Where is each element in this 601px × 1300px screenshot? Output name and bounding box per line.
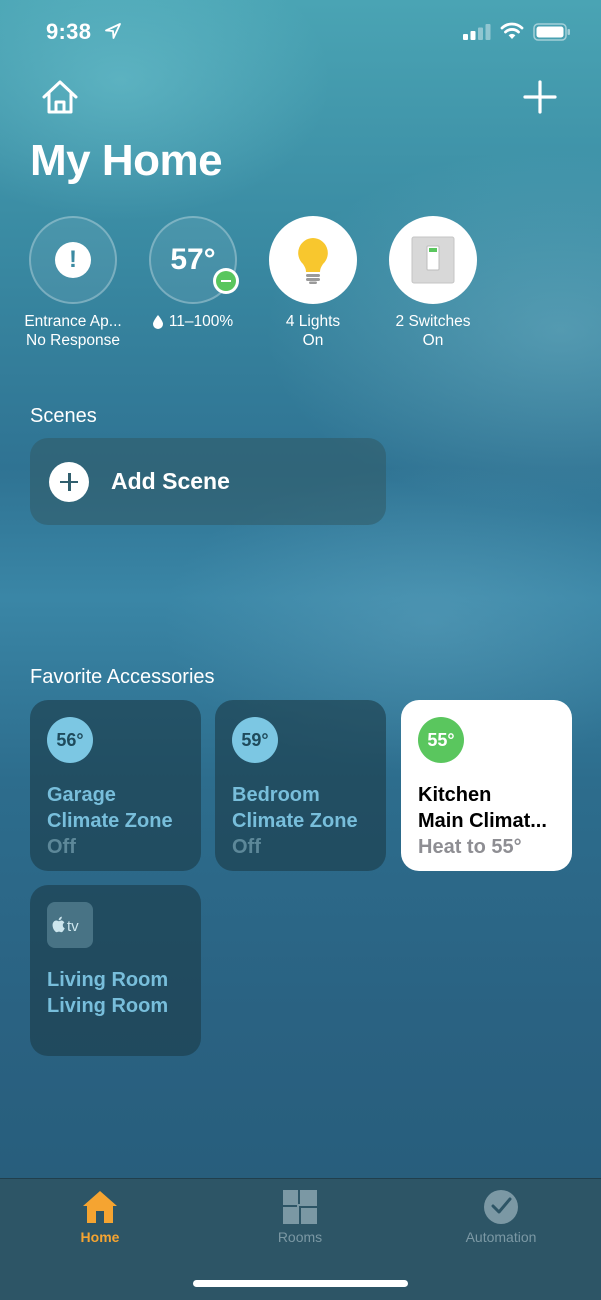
alert-icon: ! bbox=[55, 242, 91, 278]
tile-name: Living Room bbox=[47, 995, 169, 1017]
tile-name: Garage bbox=[47, 784, 116, 806]
clock-check-icon bbox=[484, 1190, 518, 1224]
tile-name: Climate Zone bbox=[47, 810, 173, 832]
tab-label: Automation bbox=[465, 1229, 537, 1245]
add-button[interactable] bbox=[522, 79, 558, 115]
switch-icon bbox=[411, 236, 455, 284]
tab-automation[interactable]: Automation bbox=[441, 1189, 561, 1245]
svg-text:tv: tv bbox=[67, 918, 79, 935]
tile-status: Off bbox=[47, 836, 76, 858]
status-line: 4 Lights bbox=[285, 313, 341, 330]
scenes-title: Scenes bbox=[30, 405, 97, 427]
location-arrow-icon bbox=[105, 23, 121, 39]
home-indicator[interactable] bbox=[193, 1280, 408, 1287]
tile-status: Heat to 55° bbox=[418, 836, 522, 858]
apple-tv-icon: tv bbox=[47, 902, 93, 948]
tab-label: Home bbox=[80, 1229, 120, 1245]
status-line: On bbox=[422, 332, 444, 349]
minus-icon bbox=[213, 268, 239, 294]
status-line: On bbox=[302, 332, 324, 349]
page-title: My Home bbox=[30, 136, 223, 185]
status-lights[interactable]: 4 Lights On bbox=[248, 216, 378, 350]
plus-circle-icon bbox=[49, 461, 89, 502]
humidity-drop-icon bbox=[152, 314, 163, 329]
status-circle[interactable] bbox=[269, 216, 357, 304]
tile-name: Kitchen bbox=[418, 784, 492, 806]
temperature-badge: 56° bbox=[47, 717, 93, 763]
status-entrance[interactable]: ! Entrance Ap... No Response bbox=[8, 216, 138, 350]
tile-text: Garage Climate Zone Off bbox=[47, 782, 173, 860]
tab-rooms[interactable]: Rooms bbox=[240, 1189, 360, 1245]
tile-name: Main Climat... bbox=[418, 810, 547, 832]
status-switches[interactable]: 2 Switches On bbox=[368, 216, 498, 350]
status-circle[interactable]: 57° bbox=[149, 216, 239, 304]
tile-text: Kitchen Main Climat... Heat to 55° bbox=[418, 782, 547, 860]
add-scene-label: Add Scene bbox=[111, 468, 230, 494]
temperature-badge: 55° bbox=[418, 717, 464, 763]
tab-home[interactable]: Home bbox=[40, 1189, 160, 1245]
status-line: Entrance Ap... bbox=[24, 313, 122, 330]
status-label: 11–100% bbox=[128, 312, 258, 331]
accessory-tile-kitchen[interactable]: 55° Kitchen Main Climat... Heat to 55° bbox=[401, 700, 572, 871]
accessory-tile-apple-tv[interactable]: tv Living Room Living Room bbox=[30, 885, 201, 1056]
accessory-tile-garage[interactable]: 56° Garage Climate Zone Off bbox=[30, 700, 201, 871]
status-line: 11–100% bbox=[168, 313, 234, 330]
tile-name: Climate Zone bbox=[232, 810, 358, 832]
status-time: 9:38 bbox=[46, 19, 92, 44]
status-line: 2 Switches bbox=[395, 313, 471, 330]
tab-label: Rooms bbox=[277, 1229, 323, 1245]
status-circle[interactable] bbox=[389, 216, 477, 304]
home-settings-icon[interactable] bbox=[40, 78, 80, 116]
tile-text: Bedroom Climate Zone Off bbox=[232, 782, 358, 860]
tile-status: Off bbox=[232, 836, 261, 858]
status-label: 2 Switches On bbox=[368, 312, 498, 350]
cellular-signal-icon bbox=[463, 24, 491, 40]
wifi-icon bbox=[500, 22, 524, 39]
lightbulb-icon bbox=[298, 238, 328, 284]
status-line: No Response bbox=[26, 332, 120, 349]
home-tab-icon bbox=[83, 1191, 117, 1223]
add-scene-button[interactable]: Add Scene bbox=[30, 438, 386, 525]
status-climate[interactable]: 57° 11–100% bbox=[128, 216, 258, 331]
tile-name: Living Room bbox=[47, 969, 169, 991]
status-circle[interactable]: ! bbox=[29, 216, 117, 304]
favorites-title: Favorite Accessories bbox=[30, 666, 215, 688]
battery-icon bbox=[533, 23, 570, 41]
temperature-value: 57° bbox=[170, 243, 216, 276]
accessory-tile-bedroom[interactable]: 59° Bedroom Climate Zone Off bbox=[215, 700, 386, 871]
tile-name: Bedroom bbox=[232, 784, 320, 806]
rooms-tab-icon bbox=[283, 1190, 317, 1224]
tile-text: Living Room Living Room bbox=[47, 967, 168, 1019]
status-label: Entrance Ap... No Response bbox=[8, 312, 138, 350]
temperature-badge: 59° bbox=[232, 717, 278, 763]
status-label: 4 Lights On bbox=[248, 312, 378, 350]
